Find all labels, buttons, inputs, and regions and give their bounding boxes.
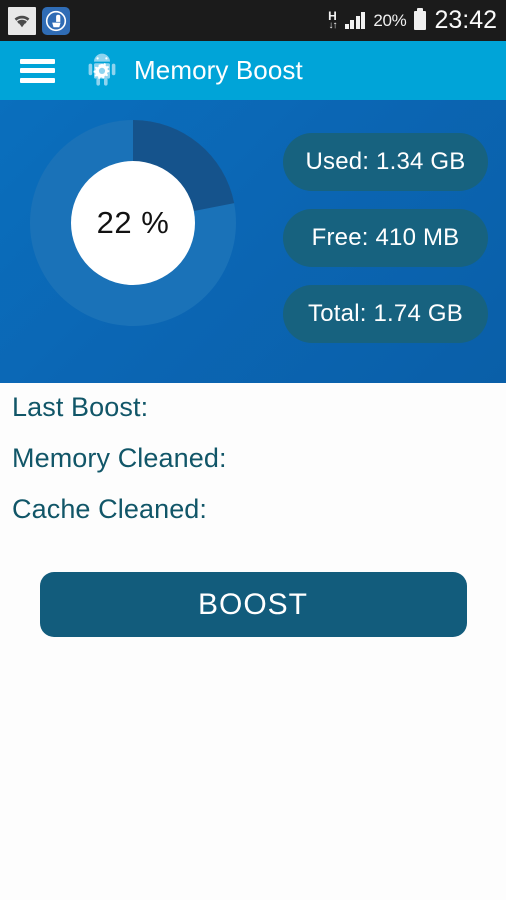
status-bar-clock: 23:42 — [434, 6, 497, 34]
battery-icon — [414, 8, 427, 30]
boost-history-info: Last Boost: Memory Cleaned: Cache Cleane… — [12, 394, 492, 547]
cache-cleaned-label: Cache Cleaned: — [12, 494, 208, 524]
memory-cleaned-label: Memory Cleaned: — [12, 443, 227, 473]
wifi-icon — [8, 6, 36, 35]
app-action-bar: Memory Boost — [0, 41, 506, 100]
status-bar-indicators: H ↓↑ 20% 23:42 — [328, 6, 506, 35]
network-type-icon: H ↓↑ — [328, 10, 337, 31]
page-title: Memory Boost — [134, 55, 303, 85]
stat-free: Free: 410 MB — [283, 209, 488, 267]
android-gear-icon — [83, 52, 121, 90]
stat-used: Used: 1.34 GB — [283, 133, 488, 191]
app-screen: H ↓↑ 20% 23:42 Memory Boost 22 % Used: 1… — [0, 0, 506, 900]
signal-bars-icon — [344, 12, 366, 29]
android-status-bar: H ↓↑ 20% 23:42 — [0, 0, 506, 41]
memory-stats-list: Used: 1.34 GB Free: 410 MB Total: 1.74 G… — [283, 133, 488, 361]
boost-button[interactable]: BOOST — [39, 572, 467, 637]
cleaner-app-icon — [42, 6, 70, 35]
network-arrows-label: ↓↑ — [328, 20, 337, 31]
stat-total: Total: 1.74 GB — [283, 285, 488, 343]
status-bar-notifications — [0, 6, 70, 35]
memory-usage-percent: 22 % — [96, 205, 170, 240]
boost-button-container: BOOST — [0, 572, 506, 637]
last-boost-label: Last Boost: — [12, 392, 149, 422]
hamburger-menu-icon[interactable] — [20, 58, 55, 83]
memory-dashboard-panel: 22 % Used: 1.34 GB Free: 410 MB Total: 1… — [0, 100, 506, 383]
battery-percent-label: 20% — [373, 10, 407, 30]
